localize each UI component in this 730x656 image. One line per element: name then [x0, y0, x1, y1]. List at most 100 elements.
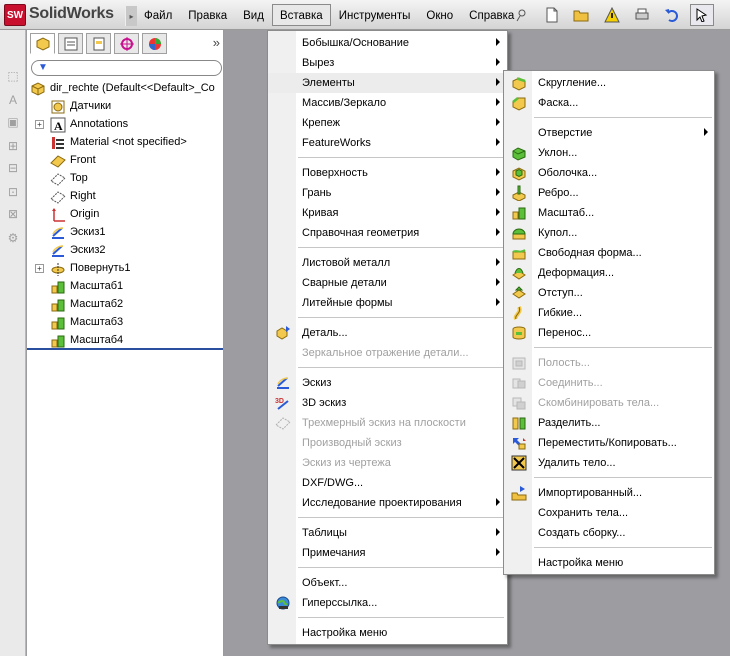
tree-node-top[interactable]: Top [27, 170, 224, 188]
tree-node-scale3[interactable]: Масштаб3 [27, 314, 224, 332]
tab-display-manager[interactable] [142, 33, 167, 54]
submenu-item-create-assembly[interactable]: Создать сборку... [504, 523, 714, 543]
feature-manager-panel: » ▼ dir_rechte (Default<<Default>_Co Дат… [27, 30, 224, 656]
submenu-item-rib[interactable]: Ребро... [504, 183, 714, 203]
submenu-item-customize-menu[interactable]: Настройка меню [504, 553, 714, 573]
tab-configuration-manager[interactable] [86, 33, 111, 54]
submenu-item-imported[interactable]: Импортированный... [504, 483, 714, 503]
print-icon[interactable] [630, 4, 654, 26]
tree-node-origin[interactable]: Origin [27, 206, 224, 224]
menu-item-sheet-metal[interactable]: Листовой металл [268, 253, 507, 273]
menu-item-part[interactable]: Деталь... [268, 323, 507, 343]
annotation-tool-icon[interactable]: A [5, 92, 21, 108]
menu-view[interactable]: Вид [235, 4, 272, 26]
tree-node-material[interactable]: Material <not specified> [27, 134, 224, 152]
submenu-item-save-bodies[interactable]: Сохранить тела... [504, 503, 714, 523]
tree-node-label: Датчики [70, 100, 112, 112]
menu-item-molds[interactable]: Литейные формы [268, 293, 507, 313]
new-document-icon[interactable] [540, 4, 564, 26]
submenu-item-draft[interactable]: Уклон... [504, 143, 714, 163]
menu-item-curve[interactable]: Кривая [268, 203, 507, 223]
submenu-item-split[interactable]: Разделить... [504, 413, 714, 433]
tree-node-front[interactable]: Front [27, 152, 224, 170]
reference-icon[interactable]: ⚙ [5, 230, 21, 246]
submenu-item-move-copy[interactable]: Переместить/Копировать... [504, 433, 714, 453]
tree-filter[interactable]: ▼ [31, 60, 222, 76]
menu-item-cut[interactable]: Вырез [268, 53, 507, 73]
scale-icon [51, 281, 65, 294]
sketch-entity-icon[interactable]: ⊞ [5, 138, 21, 154]
submenu-item-hole[interactable]: Отверстие [504, 123, 714, 143]
expand-toggle[interactable]: + [35, 120, 44, 129]
submenu-item-deform[interactable]: Деформация... [504, 263, 714, 283]
tree-node-sketch2[interactable]: Эскиз2 [27, 242, 224, 260]
menu-item-reference-geometry[interactable]: Справочная геометрия [268, 223, 507, 243]
menu-tools[interactable]: Инструменты [331, 4, 419, 26]
menu-item-sketch[interactable]: Эскиз [268, 373, 507, 393]
dimension-icon[interactable]: ⊟ [5, 160, 21, 176]
pin-icon[interactable] [510, 4, 534, 26]
submenu-item-delete-body[interactable]: Удалить тело... [504, 453, 714, 473]
menu-item-featureworks[interactable]: FeatureWorks [268, 133, 507, 153]
tree-node-annotations[interactable]: + A Annotations [27, 116, 224, 134]
tab-feature-manager[interactable] [30, 33, 55, 54]
menu-separator [298, 367, 504, 368]
expand-toggle[interactable]: + [35, 264, 44, 273]
submenu-item-chamfer[interactable]: Фаска... [504, 93, 714, 113]
tree-node-sensors[interactable]: Датчики [27, 98, 224, 116]
menu-item-object[interactable]: Объект... [268, 573, 507, 593]
property-icon [64, 37, 77, 50]
grid-icon[interactable]: ⊠ [5, 206, 21, 222]
menu-item-face[interactable]: Грань [268, 183, 507, 203]
submenu-item-indent[interactable]: Отступ... [504, 283, 714, 303]
menu-item-annotations[interactable]: Примечания [268, 543, 507, 563]
menu-item-tables[interactable]: Таблицы [268, 523, 507, 543]
menu-item-features[interactable]: Элементы [268, 73, 507, 93]
submenu-item-shell[interactable]: Оболочка... [504, 163, 714, 183]
menu-item-design-study[interactable]: Исследование проектирования [268, 493, 507, 513]
menu-item-weldments[interactable]: Сварные детали [268, 273, 507, 293]
tab-dimxpert-manager[interactable] [114, 33, 139, 54]
sketch-tool-icon[interactable]: ⬚ [5, 68, 21, 84]
tree-node-revolve1[interactable]: + Повернуть1 [27, 260, 224, 278]
submenu-item-flex[interactable]: Гибкие... [504, 303, 714, 323]
menu-edit[interactable]: Правка [180, 4, 235, 26]
rebuild-warning-icon[interactable] [600, 4, 624, 26]
tree-node-sketch1[interactable]: Эскиз1 [27, 224, 224, 242]
tree-node-root[interactable]: dir_rechte (Default<<Default>_Co [27, 80, 224, 98]
select-cursor-icon[interactable] [690, 4, 714, 26]
cavity-icon [512, 357, 526, 370]
submenu-item-dome[interactable]: Купол... [504, 223, 714, 243]
feature-tool-icon[interactable]: ▣ [5, 114, 21, 130]
menu-item-customize-menu[interactable]: Настройка меню [268, 623, 507, 643]
lock-icon[interactable]: ⊡ [5, 184, 21, 200]
rollback-bar[interactable] [27, 348, 223, 350]
menu-file[interactable]: Файл [136, 4, 180, 26]
open-folder-icon[interactable] [570, 4, 594, 26]
submenu-arrow-icon [496, 78, 500, 86]
submenu-item-scale[interactable]: Масштаб... [504, 203, 714, 223]
solidworks-logo[interactable]: SW SolidWorks ▸ [4, 4, 137, 26]
menu-insert[interactable]: Вставка [271, 4, 331, 26]
menu-item-boss-base[interactable]: Бобышка/Основание [268, 33, 507, 53]
menu-item-fastening[interactable]: Крепеж [268, 113, 507, 133]
undo-icon[interactable] [660, 4, 684, 26]
menu-item-dxf-dwg[interactable]: DXF/DWG... [268, 473, 507, 493]
submenu-arrow-icon [496, 58, 500, 66]
submenu-item-fillet[interactable]: Скругление... [504, 73, 714, 93]
tree-node-scale1[interactable]: Масштаб1 [27, 278, 224, 296]
menu-item-surface[interactable]: Поверхность [268, 163, 507, 183]
menu-item-hyperlink[interactable]: Гиперссылка... [268, 593, 507, 613]
move-copy-icon [513, 438, 526, 450]
menu-item-pattern-mirror[interactable]: Массив/Зеркало [268, 93, 507, 113]
tree-node-label: Origin [70, 208, 100, 220]
menu-item-3d-sketch[interactable]: 3D 3D эскиз [268, 393, 507, 413]
tree-node-right[interactable]: Right [27, 188, 224, 206]
tab-property-manager[interactable] [58, 33, 83, 54]
tree-node-scale2[interactable]: Масштаб2 [27, 296, 224, 314]
submenu-item-freeform[interactable]: Свободная форма... [504, 243, 714, 263]
menu-item-3d-sketch-on-plane: Трехмерный эскиз на плоскости [268, 413, 507, 433]
submenu-item-wrap[interactable]: Перенос... [504, 323, 714, 343]
more-tabs-icon[interactable]: » [213, 35, 220, 50]
menu-window[interactable]: Окно [418, 4, 461, 26]
